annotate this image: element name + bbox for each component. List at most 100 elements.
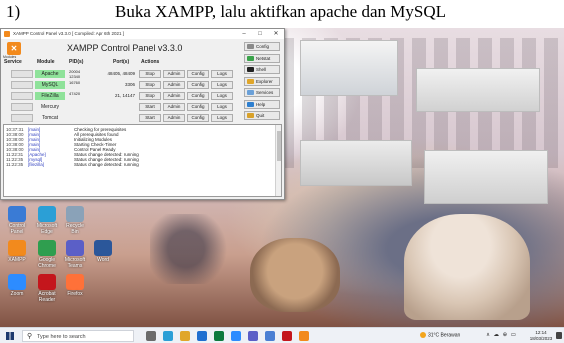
taskbar-app-icon[interactable]: [146, 331, 156, 341]
module-name: MySQL: [35, 81, 65, 89]
weather-icon: [420, 332, 426, 338]
taskbar-app-icon[interactable]: [214, 331, 224, 341]
services-button[interactable]: Services: [244, 88, 280, 97]
maximize-button[interactable]: □: [252, 29, 268, 39]
logs-button[interactable]: Logs: [211, 70, 233, 78]
admin-button[interactable]: Admin: [163, 70, 185, 78]
desktop-shortcut[interactable]: XAMPP: [4, 240, 30, 263]
weather-widget[interactable]: 31°C Berawan: [420, 332, 460, 338]
taskbar-app-icon[interactable]: [248, 331, 258, 341]
desktop-shortcut[interactable]: Firefox: [62, 274, 88, 297]
side-button-label: Shell: [256, 67, 267, 72]
desktop-shortcut[interactable]: Google Chrome: [34, 240, 60, 269]
config-button[interactable]: Config: [244, 42, 280, 51]
desktop-shortcut-label: Firefox: [67, 291, 83, 297]
taskbar-app-icon[interactable]: [265, 331, 275, 341]
minimize-button[interactable]: –: [236, 29, 252, 39]
quit-button[interactable]: Quit: [244, 111, 280, 120]
log-scrollbar[interactable]: [275, 125, 281, 196]
desktop-shortcut-label: Recycle Bin: [66, 223, 84, 235]
logs-button[interactable]: Logs: [211, 81, 233, 89]
module-pid: 16760: [69, 80, 80, 85]
xampp-logo-icon: ✕: [7, 42, 21, 55]
config-button[interactable]: Config: [187, 81, 209, 89]
close-button[interactable]: ✕: [268, 29, 284, 39]
logs-button[interactable]: Logs: [211, 103, 233, 111]
taskbar-search-input[interactable]: ⚲ Type here to search: [22, 330, 134, 342]
desktop-shortcut[interactable]: Microsoft Edge: [34, 206, 60, 235]
service-checkbox[interactable]: [11, 92, 33, 100]
service-checkbox[interactable]: [11, 103, 33, 111]
desktop-shortcut[interactable]: Control Panel: [4, 206, 30, 235]
admin-button[interactable]: Admin: [163, 103, 185, 111]
desktop-shortcut[interactable]: Microsoft Teams: [62, 240, 88, 269]
col-module: Module: [37, 59, 55, 65]
side-button-label: Netstat: [256, 55, 271, 61]
log-source: [filezilla]: [28, 162, 45, 167]
explorer-button[interactable]: Explorer: [244, 76, 280, 86]
taskbar-app-icon[interactable]: [299, 331, 309, 341]
logs-button[interactable]: Logs: [211, 114, 233, 122]
start-stop-button[interactable]: Start: [139, 103, 161, 111]
taskbar-app-icon[interactable]: [231, 331, 241, 341]
taskbar-clock[interactable]: 12:14 18/03/2023: [528, 330, 554, 342]
xampp-window[interactable]: XAMPP Control Panel v3.3.0 [ Compiled: A…: [0, 28, 285, 200]
windows-start-icon[interactable]: [6, 332, 14, 340]
desktop-shortcut[interactable]: Recycle Bin: [62, 206, 88, 235]
desktop-shortcut[interactable]: Word: [90, 240, 116, 263]
start-stop-button[interactable]: Stop: [139, 81, 161, 89]
desktop-shortcut[interactable]: Acrobat Reader: [34, 274, 60, 303]
taskbar-app-icon[interactable]: [197, 331, 207, 341]
notification-icon[interactable]: [556, 332, 562, 339]
help-icon: [247, 101, 254, 107]
service-checkbox[interactable]: [11, 81, 33, 89]
config-button[interactable]: Config: [187, 70, 209, 78]
service-checkbox[interactable]: [11, 70, 33, 78]
desktop-shortcut[interactable]: Zoom: [4, 274, 30, 297]
config-button[interactable]: Config: [187, 92, 209, 100]
shell-button[interactable]: Shell: [244, 65, 280, 74]
pid-value: 16760: [69, 80, 81, 85]
pid-value: 12340: [69, 74, 81, 79]
wall-poster: [300, 140, 412, 186]
netstat-button[interactable]: Netstat: [244, 53, 280, 63]
desktop-app-icon: [94, 240, 112, 256]
module-pid: 47420: [69, 91, 80, 96]
col-service: Service: [4, 59, 22, 65]
start-stop-button[interactable]: Stop: [139, 70, 161, 78]
config-button[interactable]: Config: [187, 114, 209, 122]
module-name: Apache: [35, 70, 65, 78]
help-button[interactable]: Help: [244, 99, 280, 109]
logs-button[interactable]: Logs: [211, 92, 233, 100]
desktop-shortcut-label: Microsoft Teams: [64, 257, 86, 269]
wall-poster: [416, 68, 540, 112]
desktop-app-icon: [66, 274, 84, 290]
taskbar-app-icon[interactable]: [180, 331, 190, 341]
start-stop-button[interactable]: Start: [139, 114, 161, 122]
document-heading: 1) Buka XAMPP, lalu aktifkan apache dan …: [0, 0, 564, 24]
shell-icon: [247, 67, 254, 72]
desktop-app-icon: [38, 274, 56, 290]
system-tray-icons[interactable]: ∧ ☁ ⊕ ▭: [486, 332, 517, 338]
desktop-shortcut-label: XAMPP: [8, 257, 26, 263]
config-button[interactable]: Config: [187, 103, 209, 111]
module-row: MySQL 16760 3306 Stop Admin Config Logs: [1, 80, 241, 90]
module-ports: 3306: [124, 82, 135, 87]
admin-button[interactable]: Admin: [163, 114, 185, 122]
services-icon: [247, 90, 254, 95]
module-pid: 20004 12340: [69, 69, 80, 79]
desktop-app-icon: [8, 206, 26, 222]
log-panel[interactable]: 10:37:31 [main] Checking for prerequisites…: [3, 124, 282, 197]
service-checkbox[interactable]: [11, 114, 33, 122]
wall-poster: [424, 150, 548, 204]
xampp-small-icon: [4, 31, 10, 37]
window-titlebar[interactable]: XAMPP Control Panel v3.3.0 [ Compiled: A…: [1, 29, 284, 39]
taskbar-app-icon[interactable]: [163, 331, 173, 341]
admin-button[interactable]: Admin: [163, 92, 185, 100]
scroll-thumb[interactable]: [277, 131, 281, 161]
start-stop-button[interactable]: Stop: [139, 92, 161, 100]
side-button-label: Quit: [256, 113, 265, 118]
taskbar-app-icon[interactable]: [282, 331, 292, 341]
explorer-icon: [247, 78, 254, 84]
admin-button[interactable]: Admin: [163, 81, 185, 89]
